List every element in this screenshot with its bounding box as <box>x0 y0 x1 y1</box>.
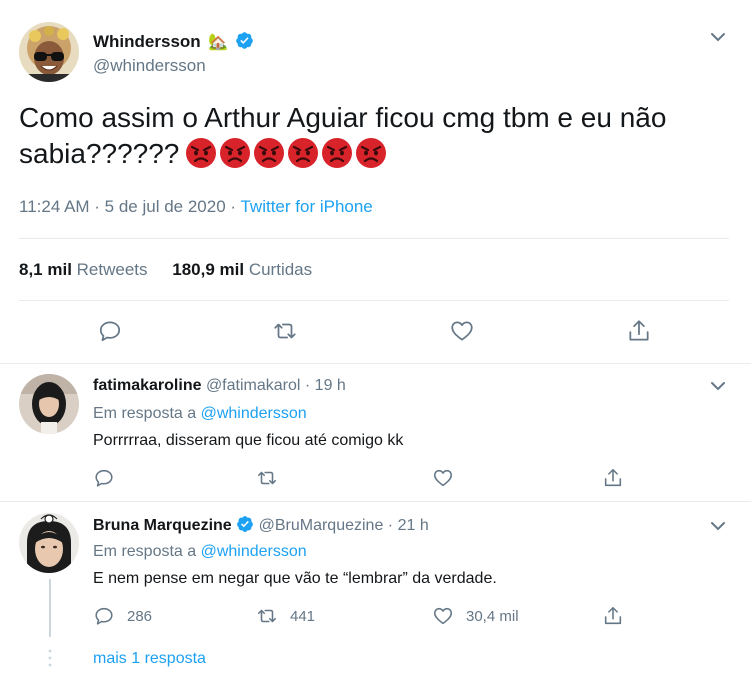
in-reply-handle-link[interactable]: @whindersson <box>201 543 307 560</box>
angry-face-icon <box>253 137 285 169</box>
divider <box>19 300 729 301</box>
angry-face-icon <box>355 137 387 169</box>
angry-face-icon <box>185 137 217 169</box>
reply-count: 286 <box>127 607 153 625</box>
like-icon[interactable] <box>449 318 475 344</box>
house-emoji: 🏡 <box>208 34 229 51</box>
reply-tweet[interactable]: Bruna Marquezine @BruMarquezine · 21 h E… <box>0 503 751 674</box>
like-icon <box>433 469 453 487</box>
reply-tweet[interactable]: fatimakaroline @fatimakarol · 19 h Em re… <box>0 365 751 502</box>
reply-text: E nem pense em negar que vão te “lembrar… <box>93 570 497 587</box>
tweet-source-link[interactable]: Twitter for iPhone <box>240 197 372 216</box>
chevron-down-icon[interactable] <box>708 27 728 47</box>
angry-face-icon <box>219 137 251 169</box>
in-reply-to: Em resposta a @whindersson <box>93 543 307 561</box>
share-action[interactable] <box>602 467 624 489</box>
emoji-row <box>185 137 387 169</box>
verified-badge-icon <box>235 31 254 55</box>
author-handle[interactable]: @whindersson <box>93 56 206 76</box>
likes-count: 180,9 mil <box>172 260 245 279</box>
thread-line <box>49 579 51 637</box>
like-icon <box>433 607 453 625</box>
angry-face-icon <box>321 137 353 169</box>
avatar[interactable] <box>19 22 79 82</box>
tweet-text: Como assim o Arthur Aguiar ficou cmg tbm… <box>19 100 719 172</box>
share-action[interactable] <box>602 605 624 627</box>
retweets-count: 8,1 mil <box>19 260 72 279</box>
reply-header: fatimakaroline @fatimakarol · 19 h <box>93 377 346 395</box>
more-replies-link[interactable]: mais 1 resposta <box>93 650 206 668</box>
reply-author-handle[interactable]: @fatimakarol <box>206 377 301 394</box>
like-action[interactable]: 30,4 mil <box>432 605 519 627</box>
author-name-text: Whindersson <box>93 32 201 51</box>
avatar[interactable] <box>19 513 79 573</box>
like-action[interactable] <box>432 467 466 489</box>
reply-time[interactable]: · 19 h <box>305 377 346 394</box>
verified-badge-icon <box>236 515 254 538</box>
retweets-label: Retweets <box>76 260 148 279</box>
share-icon <box>604 468 622 487</box>
tweet-timestamp[interactable]: 11:24 AM · 5 de jul de 2020 · <box>19 197 236 216</box>
main-tweet: Whindersson 🏡 @whindersson Como assim o … <box>0 0 751 364</box>
reply-header: Bruna Marquezine @BruMarquezine · 21 h <box>93 515 429 538</box>
chevron-down-icon[interactable] <box>708 376 728 396</box>
tweet-meta: 11:24 AM · 5 de jul de 2020 · Twitter fo… <box>19 197 373 217</box>
avatar[interactable] <box>19 374 79 434</box>
in-reply-prefix: Em resposta a <box>93 543 197 560</box>
author-name[interactable]: Whindersson 🏡 <box>93 31 254 55</box>
like-count: 30,4 mil <box>466 607 519 625</box>
share-icon <box>604 606 622 625</box>
reply-icon[interactable] <box>97 318 123 344</box>
retweet-action[interactable] <box>256 467 290 489</box>
reply-icon <box>95 607 113 625</box>
reply-author-name[interactable]: fatimakaroline <box>93 377 201 394</box>
tweet-stats: 8,1 mil Retweets 180,9 mil Curtidas <box>19 260 312 280</box>
retweet-action[interactable]: 441 <box>256 605 315 627</box>
divider <box>19 238 729 239</box>
share-icon[interactable] <box>626 318 652 344</box>
likes-label: Curtidas <box>248 260 313 279</box>
reply-text: Porrrrraa, disseram que ficou até comigo… <box>93 432 404 449</box>
reply-action[interactable]: 286 <box>93 605 152 627</box>
chevron-down-icon[interactable] <box>708 516 728 536</box>
reply-author-handle[interactable]: @BruMarquezine <box>259 517 384 534</box>
reply-author-name[interactable]: Bruna Marquezine <box>93 517 232 534</box>
retweet-count: 441 <box>290 607 316 625</box>
retweet-icon <box>257 609 277 623</box>
in-reply-handle-link[interactable]: @whindersson <box>201 405 307 422</box>
retweet-icon <box>257 471 277 485</box>
thread-dots <box>47 648 53 674</box>
reply-icon <box>95 469 113 487</box>
reply-time[interactable]: · 21 h <box>388 517 429 534</box>
retweet-icon[interactable] <box>272 318 298 344</box>
reply-action[interactable] <box>93 467 127 489</box>
in-reply-to: Em resposta a @whindersson <box>93 405 307 423</box>
retweets-stat[interactable]: 8,1 mil Retweets <box>19 260 148 279</box>
in-reply-prefix: Em resposta a <box>93 405 197 422</box>
angry-face-icon <box>287 137 319 169</box>
likes-stat[interactable]: 180,9 mil Curtidas <box>172 260 312 279</box>
